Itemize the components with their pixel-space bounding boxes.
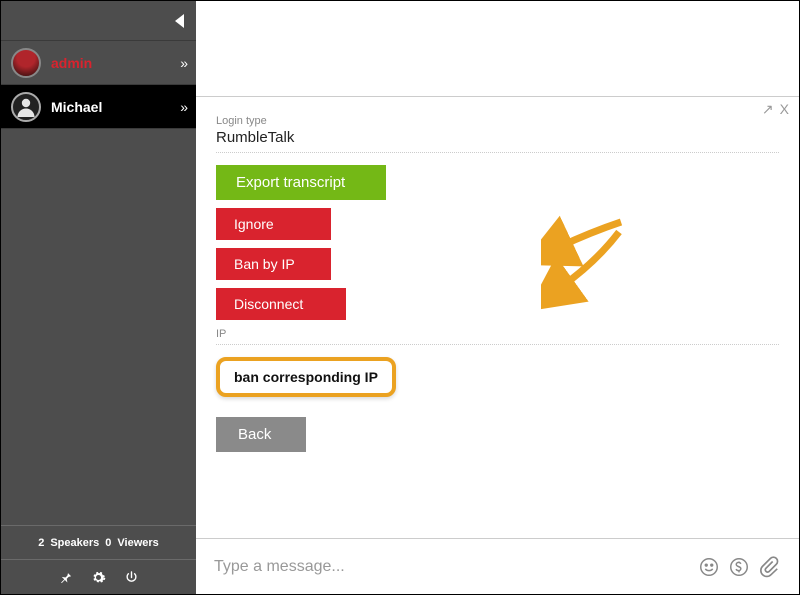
chat-header — [196, 1, 799, 97]
disconnect-button[interactable]: Disconnect — [216, 288, 346, 320]
app-root: admin » Michael » 2 Speakers 0 Viewers — [0, 0, 800, 595]
divider — [216, 152, 779, 153]
chevron-right-icon: » — [180, 55, 186, 71]
speakers-label: Speakers — [50, 537, 99, 549]
annotation-arrows-icon — [541, 197, 661, 317]
divider — [216, 344, 779, 345]
viewers-label: Viewers — [117, 537, 158, 549]
ban-by-ip-button[interactable]: Ban by IP — [216, 248, 331, 280]
panel-window-controls: ↗ X — [762, 101, 789, 118]
sidebar-controls — [1, 560, 196, 594]
ignore-button[interactable]: Ignore — [216, 208, 331, 240]
back-button[interactable]: Back — [216, 417, 306, 452]
sidebar: admin » Michael » 2 Speakers 0 Viewers — [1, 1, 196, 594]
user-name-label: admin — [51, 55, 180, 71]
export-transcript-button[interactable]: Export transcript — [216, 165, 386, 200]
login-type-label: Login type — [216, 115, 779, 127]
annotation-ban-ip: ban corresponding IP — [216, 357, 396, 397]
sidebar-user-admin[interactable]: admin » — [1, 41, 196, 85]
user-name-label: Michael — [51, 99, 180, 115]
user-options-panel: ↗ X Login type RumbleTalk Export transcr… — [196, 97, 799, 539]
emoji-icon[interactable] — [697, 555, 721, 579]
message-bar — [196, 539, 799, 594]
power-icon[interactable] — [124, 570, 139, 585]
ip-label: IP — [216, 328, 779, 340]
tip-icon[interactable] — [727, 555, 751, 579]
collapse-left-icon — [175, 14, 184, 28]
sidebar-spacer — [1, 129, 196, 525]
gear-icon[interactable] — [91, 570, 106, 585]
main: ↗ X Login type RumbleTalk Export transcr… — [196, 1, 799, 594]
participant-counts: 2 Speakers 0 Viewers — [1, 526, 196, 560]
attachment-icon[interactable] — [757, 555, 781, 579]
sidebar-user-michael[interactable]: Michael » — [1, 85, 196, 129]
speakers-count: 2 — [38, 537, 44, 549]
close-icon[interactable]: X — [780, 101, 789, 118]
pin-icon[interactable] — [58, 570, 73, 585]
login-type-value: RumbleTalk — [216, 129, 779, 146]
viewers-count: 0 — [105, 537, 111, 549]
sidebar-footer: 2 Speakers 0 Viewers — [1, 525, 196, 594]
message-input[interactable] — [214, 558, 691, 576]
avatar — [11, 48, 41, 78]
avatar — [11, 92, 41, 122]
sidebar-collapse[interactable] — [1, 1, 196, 41]
expand-icon[interactable]: ↗ — [762, 101, 774, 118]
chevron-right-icon: » — [180, 99, 186, 115]
